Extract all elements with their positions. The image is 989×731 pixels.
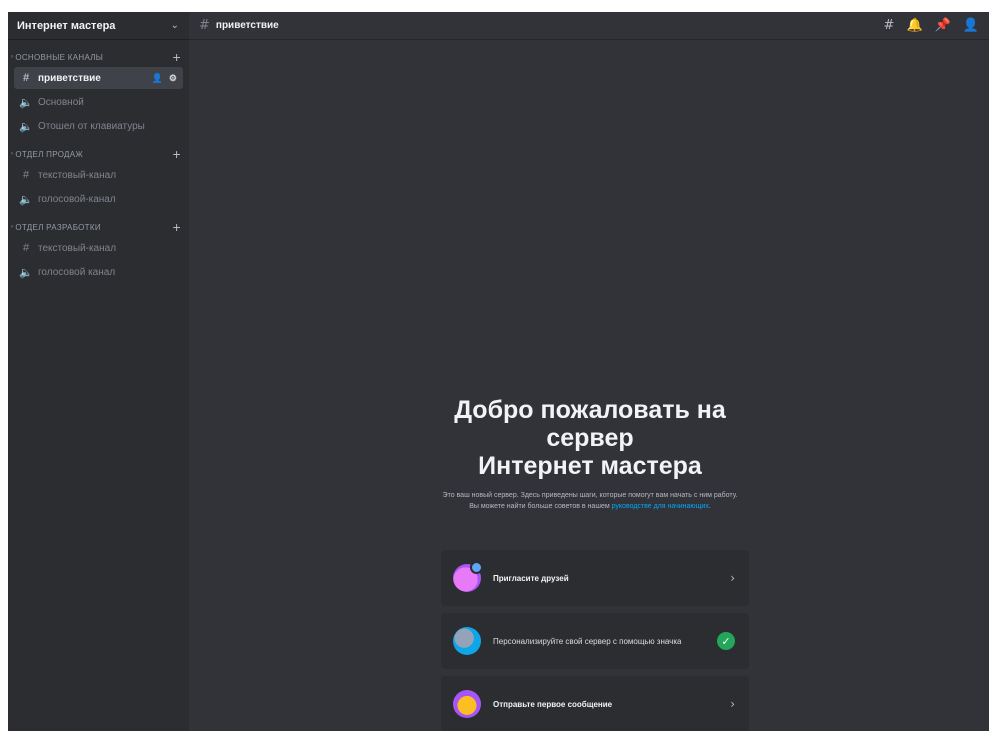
category-caret-icon: › — [11, 54, 14, 60]
card-label: Персонализируйте свой сервер с помощью з… — [493, 636, 682, 646]
channel-sidebar: Интернет мастера ⌄ › ОСНОВНЫЕ КАНАЛЫ + #… — [8, 12, 189, 731]
personalize-server-card[interactable]: Персонализируйте свой сервер с помощью з… — [441, 613, 749, 669]
channel-label: приветствие — [38, 72, 101, 84]
channel-label: Основной — [38, 96, 84, 108]
server-name: Интернет мастера — [17, 19, 116, 32]
category-development[interactable]: › ОТДЕЛ РАЗРАБОТКИ + — [8, 219, 189, 235]
channel-label: голосовой-канал — [38, 193, 116, 205]
gear-icon[interactable]: ⚙ — [169, 73, 177, 84]
welcome-description: Это ваш новый сервер. Здесь приведены ша… — [440, 490, 740, 512]
welcome-section: Добро пожаловать на сервер Интернет маст… — [434, 396, 746, 512]
chevron-right-icon: › — [730, 697, 735, 711]
category-label: ОТДЕЛ ПРОДАЖ — [15, 149, 84, 159]
hash-icon: # — [22, 169, 30, 181]
invite-friends-icon — [453, 561, 483, 592]
beginners-guide-link[interactable]: руководстве для начинающих — [612, 503, 709, 510]
channel-item-sales-text[interactable]: # текстовый-канал — [14, 164, 183, 186]
category-label: ОСНОВНЫЕ КАНАЛЫ — [15, 52, 104, 62]
welcome-title: Добро пожаловать на сервер Интернет маст… — [434, 396, 746, 480]
channel-label: Отошел от клавиатуры — [38, 120, 145, 132]
category-main-channels[interactable]: › ОСНОВНЫЕ КАНАЛЫ + — [8, 49, 189, 65]
speaker-icon: 🔈 — [19, 120, 33, 133]
speaker-icon: 🔈 — [19, 193, 33, 206]
check-icon: ✓ — [717, 632, 735, 650]
speaker-icon: 🔈 — [19, 96, 33, 109]
channel-label: текстовый-канал — [38, 169, 117, 181]
channel-item-dev-text[interactable]: # текстовый-канал — [14, 237, 183, 259]
server-header[interactable]: Интернет мастера ⌄ — [8, 12, 189, 40]
category-caret-icon: › — [11, 151, 14, 157]
category-sales[interactable]: › ОТДЕЛ ПРОДАЖ + — [8, 146, 189, 162]
card-label: Пригласите друзей — [493, 573, 569, 583]
welcome-desc-text: . — [708, 503, 711, 510]
speaker-icon: 🔈 — [19, 266, 33, 279]
message-icon — [453, 690, 481, 718]
welcome-title-line: Добро пожаловать на — [454, 396, 726, 424]
channel-item-dev-voice[interactable]: 🔈 голосовой канал — [14, 261, 183, 283]
channel-item-sales-voice[interactable]: 🔈 голосовой-канал — [14, 188, 183, 210]
channel-label: голосовой канал — [38, 266, 116, 278]
hash-icon: # — [22, 242, 30, 254]
invite-member-icon[interactable]: 👤 — [152, 73, 163, 84]
chevron-down-icon[interactable]: ⌄ — [171, 20, 179, 31]
threads-icon[interactable]: # — [884, 18, 895, 33]
channel-item-afk-voice[interactable]: 🔈 Отошел от клавиатуры — [14, 115, 183, 137]
header-toolbar: # 🔔 📌 👤 — [884, 18, 979, 33]
add-channel-icon[interactable]: + — [173, 147, 181, 161]
pin-icon[interactable]: 📌 — [935, 18, 951, 33]
server-icon-icon — [453, 627, 481, 655]
welcome-title-line: сервер — [546, 424, 634, 452]
category-label: ОТДЕЛ РАЗРАБОТКИ — [15, 222, 101, 232]
channel-item-main-voice[interactable]: 🔈 Основной — [14, 91, 183, 113]
main-panel: # приветствие # 🔔 📌 👤 Добро пожаловать н… — [189, 12, 989, 731]
channel-header: # приветствие # 🔔 📌 👤 — [189, 12, 989, 40]
add-channel-icon[interactable]: + — [173, 50, 181, 64]
card-label: Отправьте первое сообщение — [493, 699, 613, 709]
hash-icon: # — [199, 18, 210, 33]
invite-friends-card[interactable]: Пригласите друзей › — [441, 550, 749, 606]
chevron-right-icon: › — [730, 571, 735, 585]
welcome-title-line: Интернет мастера — [478, 452, 702, 480]
app-window: Интернет мастера ⌄ › ОСНОВНЫЕ КАНАЛЫ + #… — [8, 12, 989, 731]
add-channel-icon[interactable]: + — [173, 220, 181, 234]
onboarding-cards: Пригласите друзей › Персонализируйте сво… — [441, 550, 749, 731]
category-caret-icon: › — [11, 224, 14, 230]
channel-item-welcome[interactable]: # приветствие 👤 ⚙ — [14, 67, 183, 89]
channel-label: текстовый-канал — [38, 242, 117, 254]
channel-title: приветствие — [215, 20, 279, 31]
hash-icon: # — [22, 72, 30, 84]
members-icon[interactable]: 👤 — [963, 18, 979, 33]
first-message-card[interactable]: Отправьте первое сообщение › — [441, 676, 749, 731]
bell-icon[interactable]: 🔔 — [906, 18, 922, 33]
